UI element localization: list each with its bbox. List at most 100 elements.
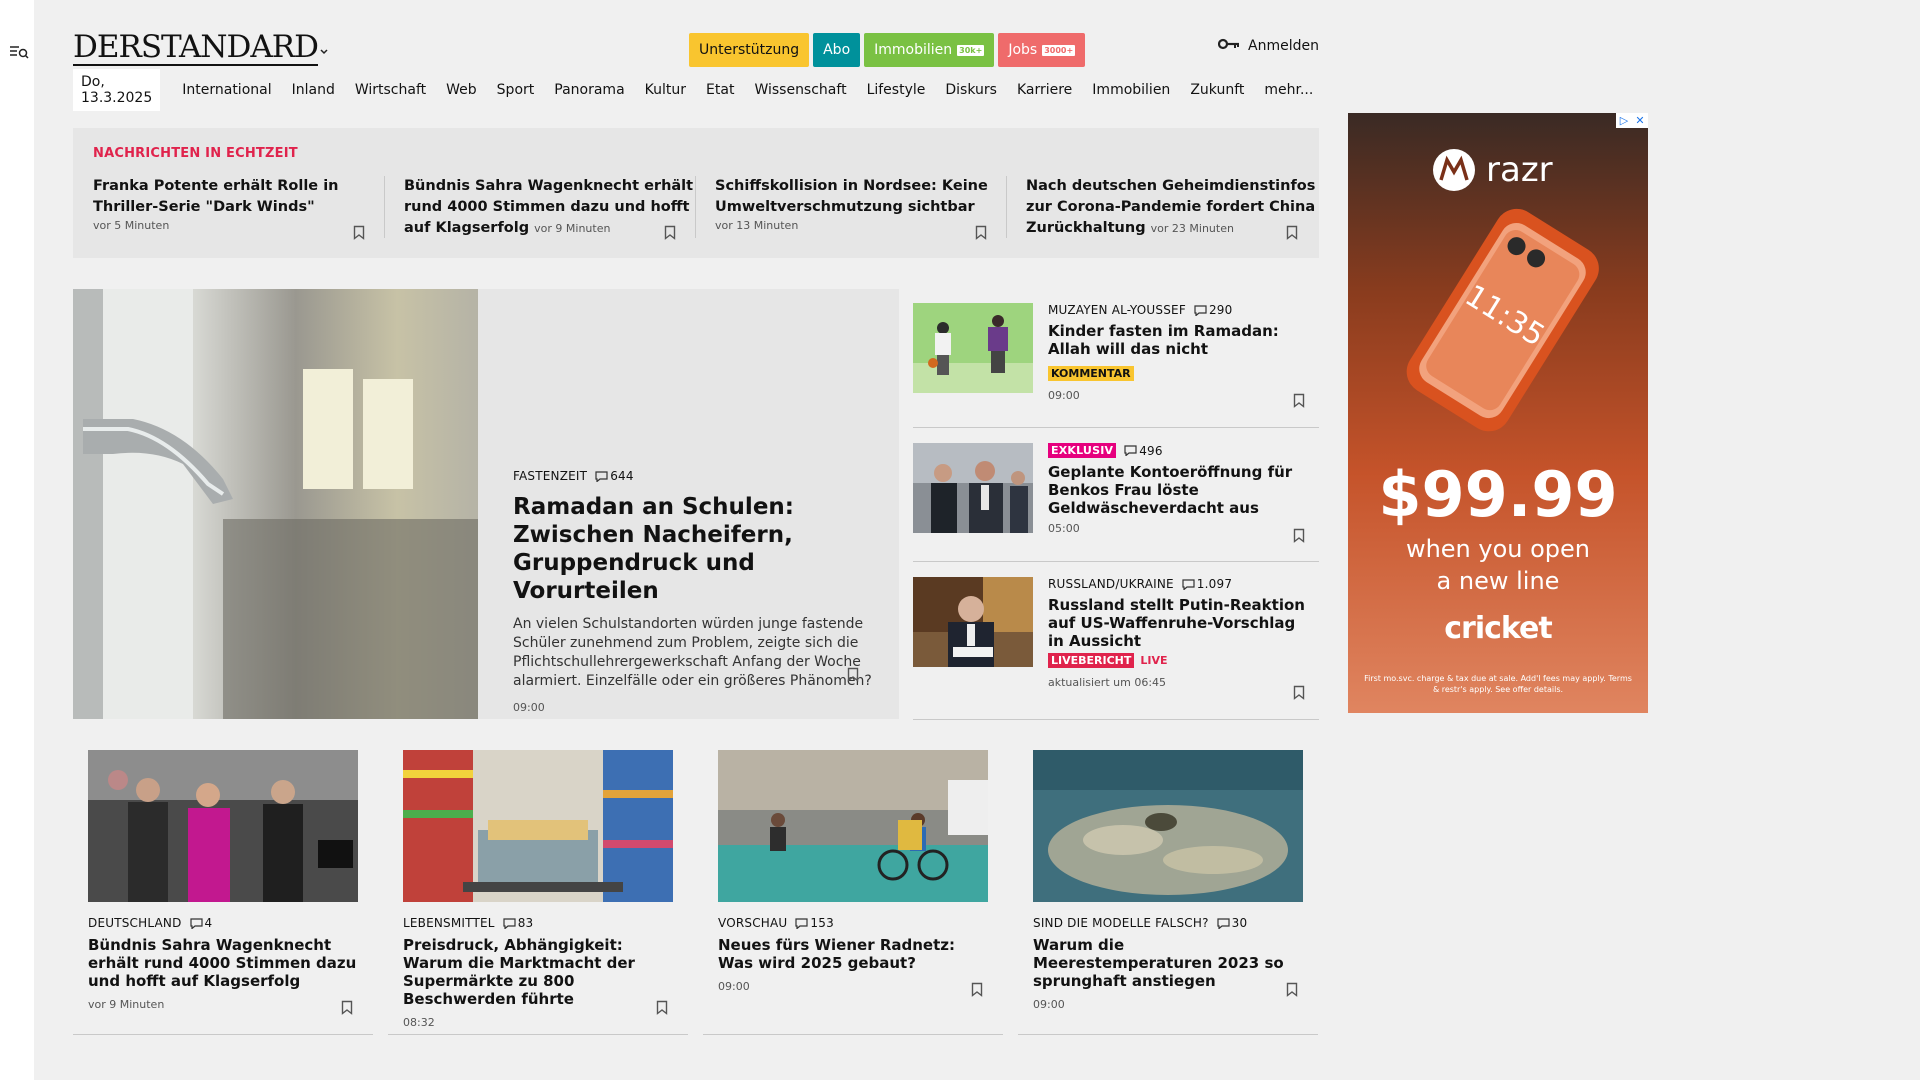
bookmark-icon[interactable] [341,1000,353,1015]
nav-item-diskurs[interactable]: Diskurs [935,82,1007,98]
comment-count-value: 30 [1231,916,1248,930]
nav-item-etat[interactable]: Etat [696,82,744,98]
comment-count[interactable]: 290 [1194,303,1233,317]
article-card-image[interactable] [88,750,358,902]
immobilien-button[interactable]: Immobilien 30k+ [864,33,995,67]
divider [913,561,1319,562]
article-card[interactable]: LEBENSMITTEL 83 Preisdruck, Abhängigkeit… [388,750,688,1035]
key-icon [1217,38,1240,54]
lead-kicker-row: FASTENZEIT 644 [513,469,883,483]
article-card-image[interactable] [403,750,673,902]
side-time: 05:00 [1048,522,1080,535]
article-card-image[interactable] [718,750,988,902]
bookmark-icon[interactable] [656,1000,668,1015]
comment-count[interactable]: 4 [189,916,213,930]
card-headline[interactable]: Bündnis Sahra Wagenknecht erhält rund 40… [88,936,358,990]
realtime-item[interactable]: Schiffskollision in Nordsee: Keine Umwel… [715,176,1005,246]
side-article[interactable]: EXKLUSIV 496 Geplante Kontoeröffnung für… [913,443,1319,543]
card-time: 08:32 [403,1016,435,1029]
bookmark-icon[interactable] [1286,225,1298,240]
support-button[interactable]: Unterstützung [689,33,810,67]
card-time: 09:00 [718,980,750,993]
article-card[interactable]: DEUTSCHLAND 4 Bündnis Sahra Wagenknecht … [73,750,373,1035]
nav-item-international[interactable]: International [172,82,281,98]
bookmark-icon[interactable] [1293,685,1305,700]
article-card-text: DEUTSCHLAND 4 Bündnis Sahra Wagenknecht … [88,916,358,1011]
realtime-news-box: NACHRICHTEN IN ECHTZEIT Franka Potente e… [73,128,1319,258]
comment-count[interactable]: 1.097 [1182,577,1232,591]
realtime-item[interactable]: Nach deutschen Geheimdienstinfos zur Cor… [1026,176,1316,246]
card-kicker: LEBENSMITTEL [403,916,495,930]
comment-count[interactable]: 30 [1217,916,1248,930]
side-kicker-row: RUSSLAND/UKRAINE 1.097 [1048,577,1308,591]
nav-item-sport[interactable]: Sport [487,82,545,98]
lead-teaser: An vielen Schulstandorten würden junge f… [513,616,872,689]
article-card[interactable]: VORSCHAU 153 Neues fürs Wiener Radnetz: … [703,750,1003,1035]
card-headline[interactable]: Preisdruck, Abhängigkeit: Warum die Mark… [403,936,673,1008]
comment-count[interactable]: 153 [795,916,834,930]
side-headline[interactable]: Geplante Kontoeröffnung für Benkos Frau … [1048,463,1308,517]
bookmark-icon[interactable] [1286,982,1298,997]
nav-item-lifestyle[interactable]: Lifestyle [857,82,936,98]
bookmark-icon[interactable] [975,225,987,240]
nav-item-zukunft[interactable]: Zukunft [1180,82,1254,98]
adchoices-icon[interactable]: ▷ [1616,113,1632,128]
realtime-title: NACHRICHTEN IN ECHTZEIT [93,146,298,161]
comment-icon [595,470,608,482]
site-logo[interactable]: DERSTANDARD [73,30,319,66]
main-content: DERSTANDARD Unterstützung Abo Immobilien… [73,0,1319,1080]
realtime-item[interactable]: Bündnis Sahra Wagenknecht erhält rund 40… [404,176,694,246]
article-card[interactable]: SIND DIE MODELLE FALSCH? 30 Warum die Me… [1018,750,1318,1035]
lead-headline[interactable]: Ramadan an Schulen: Zwischen Nacheifern,… [513,493,883,605]
side-headline[interactable]: Kinder fasten im Ramadan: Allah will das… [1048,322,1308,358]
nav-item-web[interactable]: Web [436,82,487,98]
menu-search-icon[interactable] [9,44,29,60]
nav-item-panorama[interactable]: Panorama [544,82,634,98]
abo-button[interactable]: Abo [813,33,861,67]
bookmark-icon[interactable] [1293,528,1305,543]
side-article[interactable]: RUSSLAND/UKRAINE 1.097 Russland stellt P… [913,577,1319,707]
divider [384,176,385,238]
divider [695,176,696,238]
card-time: 09:00 [1033,998,1065,1011]
nav-item-more[interactable]: mehr... [1254,82,1323,98]
nav-item-kultur[interactable]: Kultur [635,82,696,98]
comment-count[interactable]: 644 [595,469,634,483]
lead-article[interactable]: FASTENZEIT 644 Ramadan an Schulen: Zwisc… [73,289,899,719]
nav-item-karriere[interactable]: Karriere [1007,82,1082,98]
nav-item-immobilien[interactable]: Immobilien [1082,82,1180,98]
nav-item-inland[interactable]: Inland [282,82,345,98]
nav-item-wirtschaft[interactable]: Wirtschaft [345,82,436,98]
chevron-down-icon[interactable] [319,42,329,55]
comment-count[interactable]: 83 [503,916,534,930]
bookmark-icon[interactable] [353,225,365,240]
jobs-button[interactable]: Jobs 3000+ [998,33,1086,67]
advertisement-banner[interactable]: ▷ ✕ razr 11:35 $99.99 when you open a new… [1348,113,1648,713]
comment-count-value: 496 [1139,443,1163,458]
card-headline[interactable]: Warum die Meerestemperaturen 2023 so spr… [1033,936,1303,990]
nav-item-wissenschaft[interactable]: Wissenschaft [744,82,856,98]
side-article-image[interactable] [913,443,1033,533]
bookmark-icon[interactable] [971,982,983,997]
side-headline[interactable]: Russland stellt Putin-Reaktion auf US-Wa… [1048,596,1308,650]
card-kicker-row: SIND DIE MODELLE FALSCH? 30 [1033,916,1303,930]
side-article-image[interactable] [913,303,1033,393]
login-button[interactable]: Anmelden [1217,38,1319,54]
close-icon[interactable]: ✕ [1632,113,1648,128]
comment-icon [503,917,516,929]
ad-subtitle: when you open a new line [1348,533,1648,597]
lead-article-image[interactable] [73,289,478,719]
bookmark-icon[interactable] [1293,393,1305,408]
side-article-image[interactable] [913,577,1033,667]
card-headline[interactable]: Neues fürs Wiener Radnetz: Was wird 2025… [718,936,988,972]
kommentar-badge: KOMMENTAR [1048,366,1134,381]
side-article[interactable]: MUZAYEN AL-YOUSSEF 290 Kinder fasten im … [913,303,1319,408]
article-card-image[interactable] [1033,750,1303,902]
realtime-item[interactable]: Franka Potente erhält Rolle in Thriller-… [93,176,383,246]
side-time: 09:00 [1048,389,1080,402]
bookmark-icon[interactable] [847,667,859,682]
support-label: Unterstützung [699,42,800,58]
bookmark-icon[interactable] [664,225,676,240]
divider [913,719,1319,720]
comment-count[interactable]: 496 [1124,444,1163,458]
